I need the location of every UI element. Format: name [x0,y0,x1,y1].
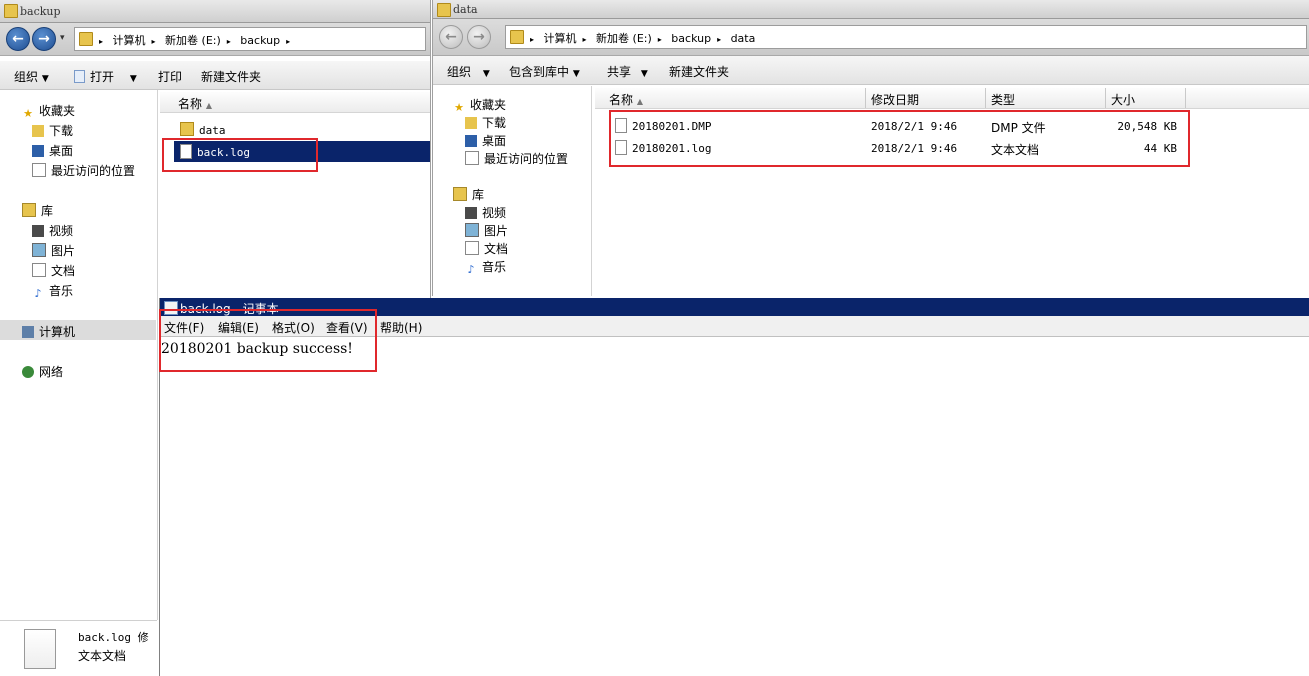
new-folder-button[interactable]: 新建文件夹 [201,68,261,85]
star-icon: ★ [23,107,33,120]
nav-documents[interactable]: 文档 [32,262,75,279]
window-title: backup [20,5,61,18]
nav-libraries[interactable]: 库 [22,202,53,219]
include-in-library-button[interactable]: 包含到库中 ▼ [509,63,580,80]
organize-button[interactable]: 组织 ▼ [14,68,49,85]
command-bar: 组织 ▼ 打开 ▼ 打印 新建文件夹 [0,61,430,90]
title-bar[interactable]: backup [0,0,430,23]
video-icon [465,207,477,219]
text-editor[interactable]: 20180201 backup success! [160,337,1309,676]
music-icon: ♪ [34,287,42,300]
details-filename: back.log 修 [78,631,149,644]
nav-favorites[interactable]: ★ 收藏夹 [22,102,75,120]
recent-places-icon [465,151,479,165]
navigation-pane: ★ 收藏夹 下载 桌面 最近访问的位置 库 视频 图片 文档 ♪ 音乐 [433,86,592,296]
forward-button[interactable]: → [467,25,491,49]
nav-music[interactable]: ♪ 音乐 [32,282,73,300]
open-button[interactable]: 打开 ▼ [74,68,137,85]
column-name[interactable]: 名称 ▲ [178,95,212,112]
pictures-icon [32,243,46,257]
highlight-box [162,138,318,172]
column-size[interactable]: 大小 [1111,91,1135,108]
nav-documents[interactable]: 文档 [465,240,508,257]
nav-downloads[interactable]: 下载 [465,114,506,131]
text-document-large-icon [24,629,56,669]
nav-network[interactable]: 网络 [22,363,63,380]
video-icon [32,225,44,237]
column-type[interactable]: 类型 [991,91,1015,108]
forward-button[interactable]: → [32,27,56,51]
library-icon [22,203,36,217]
breadcrumb-item[interactable]: 新加卷 (E:) [165,34,221,47]
recent-places-icon [32,163,46,177]
nav-libraries[interactable]: 库 [453,186,484,203]
back-button[interactable]: ← [439,25,463,49]
breadcrumb-item[interactable]: 计算机 [113,34,146,47]
nav-music[interactable]: ♪ 音乐 [465,258,506,276]
organize-button[interactable]: 组织 ▼ [447,63,490,80]
desktop-icon [32,145,44,157]
downloads-folder-icon [465,117,477,129]
address-bar: ← → ▸ 计算机 ▸ 新加卷 (E:) ▸ backup ▸ data [433,19,1309,56]
column-header: 名称 ▲ [160,92,430,113]
folder-icon [180,122,194,136]
nav-desktop[interactable]: 桌面 [465,132,506,149]
new-folder-button[interactable]: 新建文件夹 [669,63,729,80]
folder-icon [4,4,18,18]
address-box[interactable]: ▸ 计算机 ▸ 新加卷 (E:) ▸ backup ▸ data [505,25,1307,49]
breadcrumb-item[interactable]: backup [240,34,280,47]
documents-icon [32,263,46,277]
details-filetype: 文本文档 [78,649,127,663]
address-box[interactable]: ▸ 计算机 ▸ 新加卷 (E:) ▸ backup ▸ [74,27,426,51]
column-name[interactable]: 名称 ▲ [609,91,643,108]
documents-icon [465,241,479,255]
highlight-box [159,309,377,372]
history-dropdown-icon[interactable]: ▾ [60,33,65,43]
nav-videos[interactable]: 视频 [465,204,506,221]
column-header: 名称 ▲ 修改日期 类型 大小 [595,88,1309,109]
breadcrumb-item[interactable]: 计算机 [544,32,577,45]
nav-videos[interactable]: 视频 [32,222,73,239]
title-bar[interactable]: data [433,0,1309,19]
folder-icon [437,3,451,17]
column-modified[interactable]: 修改日期 [871,91,919,108]
share-button[interactable]: 共享 ▼ [607,63,648,80]
nav-favorites[interactable]: ★ 收藏夹 [453,96,506,114]
nav-desktop[interactable]: 桌面 [32,142,73,159]
breadcrumb-item[interactable]: 新加卷 (E:) [596,32,652,45]
desktop-icon [465,135,477,147]
pictures-icon [465,223,479,237]
music-icon: ♪ [467,263,475,276]
star-icon: ★ [454,101,464,114]
library-icon [453,187,467,201]
navigation-pane: ★ 收藏夹 下载 桌面 最近访问的位置 库 视频 图片 文档 ♪ 音乐 计算机 网络 [0,90,158,620]
window-title: data [453,3,478,16]
command-bar: 组织 ▼ 包含到库中 ▼ 共享 ▼ 新建文件夹 [433,56,1309,85]
address-bar: ← → ▾ ▸ 计算机 ▸ 新加卷 (E:) ▸ backup ▸ [0,23,430,56]
downloads-folder-icon [32,125,44,137]
folder-icon [79,32,93,46]
folder-icon [510,30,524,44]
nav-downloads[interactable]: 下载 [32,122,73,139]
nav-recent[interactable]: 最近访问的位置 [32,162,135,179]
nav-pictures[interactable]: 图片 [465,222,508,239]
open-icon [74,70,85,83]
nav-recent[interactable]: 最近访问的位置 [465,150,568,167]
highlight-box [609,110,1190,167]
breadcrumb-item[interactable]: backup [671,32,711,45]
file-row-data[interactable]: data [180,122,226,137]
nav-computer[interactable]: 计算机 [22,323,75,340]
computer-icon [22,326,34,338]
nav-pictures[interactable]: 图片 [32,242,75,259]
back-button[interactable]: ← [6,27,30,51]
breadcrumb-item[interactable]: data [731,32,756,45]
details-pane: back.log 修 文本文档 [0,620,157,676]
print-button[interactable]: 打印 [158,68,182,85]
menu-help[interactable]: 帮助(H) [380,319,422,336]
network-icon [22,366,34,378]
